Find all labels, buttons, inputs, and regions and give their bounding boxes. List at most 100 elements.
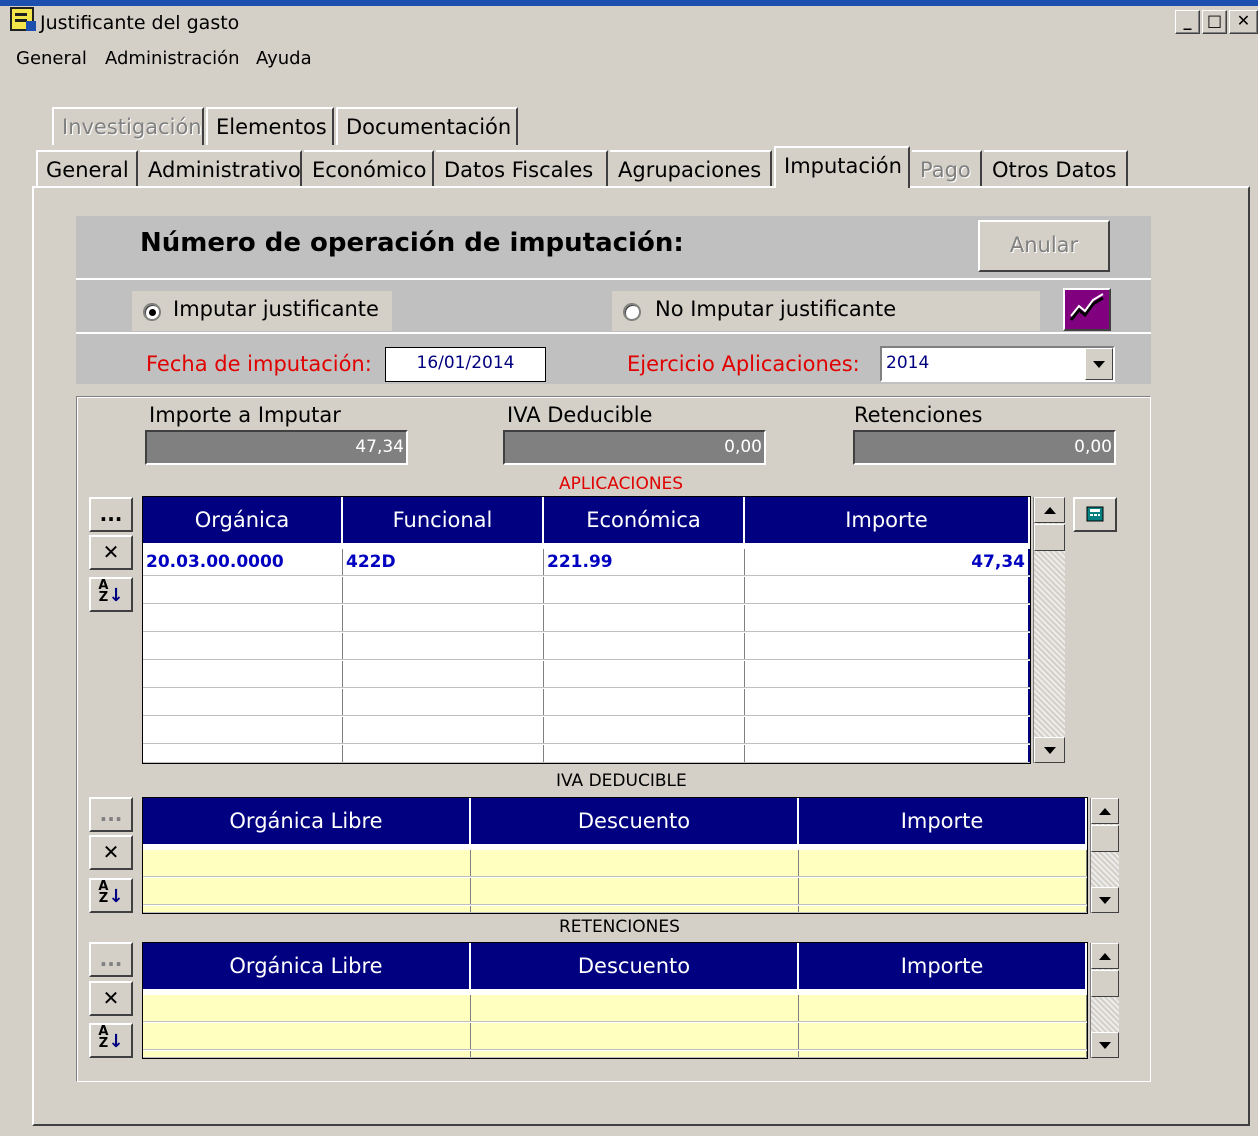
menu-administracion[interactable]: Administración — [105, 48, 240, 69]
scroll-down-button[interactable] — [1091, 887, 1119, 913]
aplicaciones-sort-button[interactable]: A Z↓ — [89, 577, 133, 612]
col-importe[interactable]: Importe — [799, 798, 1087, 846]
retenciones-more-button[interactable]: ... — [89, 942, 133, 977]
iva-sort-button[interactable]: A Z↓ — [89, 878, 133, 913]
tab-datos-fiscales[interactable]: Datos Fiscales — [436, 150, 608, 188]
table-row[interactable] — [143, 1051, 1087, 1058]
tab-documentacion[interactable]: Documentación — [336, 107, 518, 145]
retenciones-scrollbar[interactable] — [1090, 943, 1119, 1058]
cell-organica[interactable]: 20.03.00.0000 — [143, 549, 343, 575]
tab-otros-datos[interactable]: Otros Datos — [984, 150, 1128, 188]
aplicaciones-scrollbar[interactable] — [1033, 497, 1065, 763]
col-organica-libre[interactable]: Orgánica Libre — [143, 798, 471, 846]
radio-no-imputar-label: No Imputar justificante — [655, 297, 897, 321]
ejercicio-value: 2014 — [886, 353, 930, 373]
calculator-icon — [1086, 506, 1104, 522]
table-row[interactable] — [143, 1023, 1087, 1050]
minimize-button[interactable]: _ — [1175, 10, 1200, 34]
chevron-up-icon — [1043, 506, 1056, 514]
table-row[interactable]: 20.03.00.0000 422D 221.99 47,34 — [143, 549, 1030, 576]
tab-administrativo[interactable]: Administrativo — [140, 150, 302, 188]
chevron-down-icon — [1099, 896, 1111, 904]
tab-elementos[interactable]: Elementos — [206, 107, 334, 145]
sort-arrow-icon: ↓ — [108, 1031, 124, 1052]
table-row[interactable] — [143, 878, 1087, 905]
col-descuento[interactable]: Descuento — [471, 798, 799, 846]
col-organica-libre[interactable]: Orgánica Libre — [143, 943, 471, 991]
table-row[interactable] — [143, 605, 1030, 632]
iva-label: IVA Deducible — [503, 401, 679, 433]
menu-ayuda[interactable]: Ayuda — [256, 48, 312, 69]
radio-imputar[interactable] — [143, 303, 161, 321]
iva-deducible-title: IVA DEDUCIBLE — [556, 771, 687, 791]
scroll-up-button[interactable] — [1091, 798, 1119, 824]
importe-label: Importe a Imputar — [145, 401, 347, 433]
tab-pago: Pago — [912, 150, 982, 188]
menu-general[interactable]: General — [16, 48, 87, 69]
retenciones-delete-button[interactable]: ✕ — [89, 981, 133, 1016]
close-button[interactable]: ✕ — [1229, 10, 1258, 34]
scroll-down-button[interactable] — [1034, 737, 1065, 763]
iva-scrollbar[interactable] — [1090, 798, 1119, 913]
table-row[interactable] — [143, 717, 1030, 744]
table-row[interactable] — [143, 995, 1087, 1022]
table-row[interactable] — [143, 689, 1030, 716]
table-row[interactable] — [143, 633, 1030, 660]
delete-icon: ✕ — [102, 540, 120, 564]
scroll-up-button[interactable] — [1034, 497, 1065, 523]
aplicaciones-title: APLICACIONES — [559, 474, 684, 494]
table-row[interactable] — [143, 745, 1030, 763]
more-icon: ... — [99, 502, 123, 526]
iva-delete-button[interactable]: ✕ — [89, 835, 133, 870]
col-importe[interactable]: Importe — [745, 497, 1030, 545]
aplicaciones-delete-button[interactable]: ✕ — [89, 535, 133, 570]
tab-general[interactable]: General — [36, 150, 138, 188]
radio-no-imputar[interactable] — [623, 303, 641, 321]
tab-investigacion: Investigación — [52, 107, 204, 145]
ejercicio-select[interactable]: 2014 — [880, 346, 1115, 382]
cell-importe[interactable]: 47,34 — [745, 549, 1030, 575]
ejercicio-dropdown-button[interactable] — [1085, 348, 1113, 380]
col-economica[interactable]: Económica — [544, 497, 745, 545]
scroll-thumb[interactable] — [1091, 970, 1119, 997]
table-row[interactable] — [143, 577, 1030, 604]
cell-funcional[interactable]: 422D — [343, 549, 544, 575]
tab-imputacion[interactable]: Imputación — [774, 146, 910, 188]
table-row[interactable] — [143, 850, 1087, 877]
retenciones-sort-button[interactable]: A Z↓ — [89, 1023, 133, 1058]
table-row[interactable] — [143, 661, 1030, 688]
col-funcional[interactable]: Funcional — [343, 497, 544, 545]
calculator-button[interactable] — [1073, 497, 1117, 532]
window-title: Justificante del gasto — [40, 12, 240, 34]
table-row[interactable] — [143, 906, 1087, 913]
retenciones-title: RETENCIONES — [559, 917, 680, 937]
more-icon: ... — [99, 947, 123, 971]
col-organica[interactable]: Orgánica — [143, 497, 343, 545]
retenciones-grid[interactable]: Orgánica Libre Descuento Importe — [142, 942, 1088, 1059]
scroll-down-button[interactable] — [1091, 1032, 1119, 1058]
scroll-thumb[interactable] — [1034, 524, 1065, 551]
aplicaciones-more-button[interactable]: ... — [89, 497, 133, 532]
tab-economico[interactable]: Económico — [304, 150, 434, 188]
scroll-thumb[interactable] — [1091, 825, 1119, 852]
chart-icon — [1069, 293, 1104, 321]
anular-button[interactable]: Anular — [978, 220, 1110, 272]
scroll-up-button[interactable] — [1091, 943, 1119, 969]
maximize-button[interactable]: □ — [1202, 10, 1227, 34]
sort-arrow-icon: ↓ — [108, 585, 124, 606]
importe-field: 47,34 — [145, 430, 408, 465]
iva-more-button[interactable]: ... — [89, 797, 133, 832]
iva-deducible-grid[interactable]: Orgánica Libre Descuento Importe — [142, 797, 1088, 914]
sort-arrow-icon: ↓ — [108, 886, 124, 907]
col-descuento[interactable]: Descuento — [471, 943, 799, 991]
col-importe[interactable]: Importe — [799, 943, 1087, 991]
fecha-input[interactable]: 16/01/2014 — [385, 347, 546, 382]
aplicaciones-grid[interactable]: Orgánica Funcional Económica Importe 20.… — [142, 496, 1031, 764]
radio-no-imputar-group[interactable]: No Imputar justificante — [612, 291, 1040, 331]
tab-agrupaciones[interactable]: Agrupaciones — [610, 150, 772, 188]
iva-grid-header: Orgánica Libre Descuento Importe — [143, 798, 1087, 846]
chart-button[interactable] — [1063, 288, 1111, 331]
radio-imputar-group[interactable]: Imputar justificante — [132, 291, 392, 331]
cell-economica[interactable]: 221.99 — [544, 549, 745, 575]
radio-imputar-label: Imputar justificante — [173, 297, 379, 321]
